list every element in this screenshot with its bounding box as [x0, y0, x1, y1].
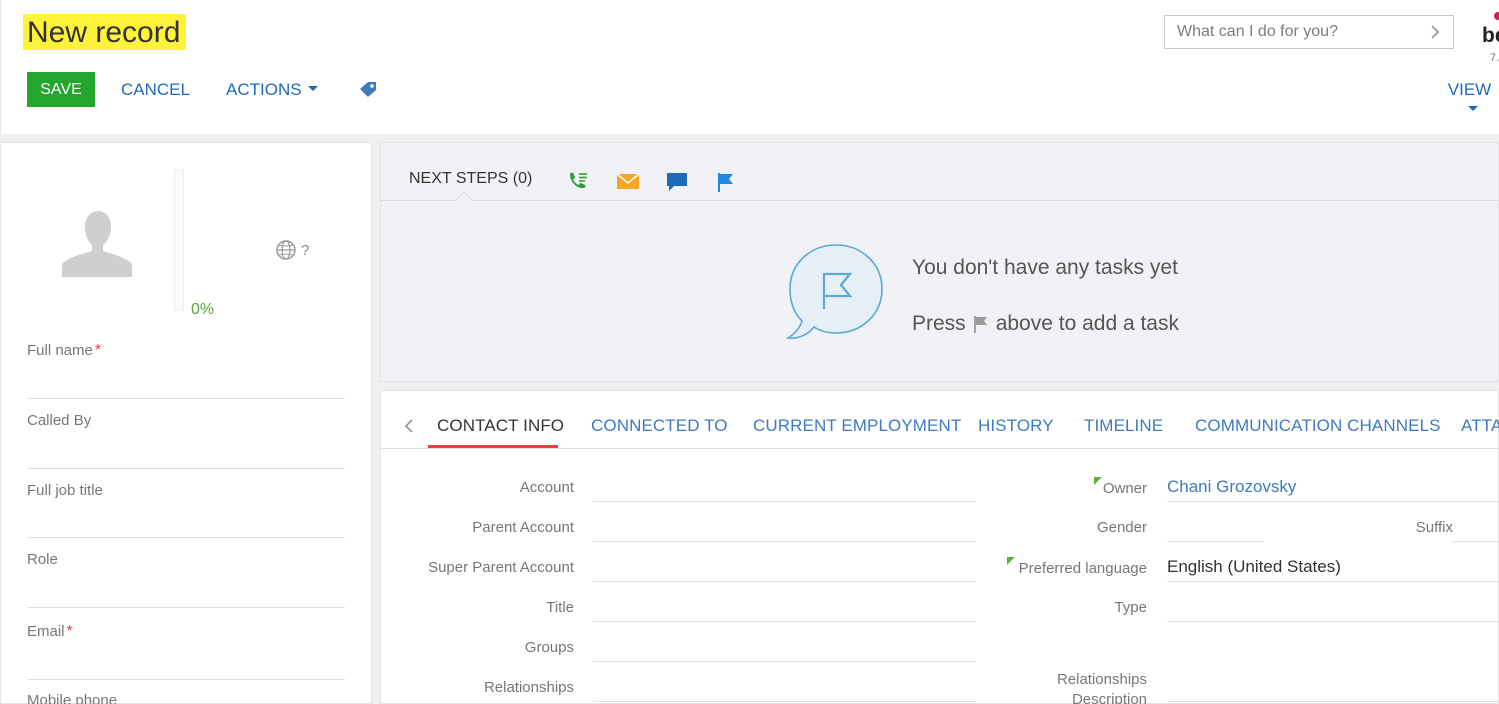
cancel-button[interactable]: CANCEL	[121, 80, 190, 100]
type-label: Type	[1114, 599, 1147, 616]
mobile-phone-field[interactable]: Mobile phone	[27, 692, 345, 704]
tab-communication-channels[interactable]: COMMUNICATION CHANNELS	[1195, 416, 1441, 436]
preferred-language-input[interactable]	[1167, 581, 1499, 582]
parent-account-label: Parent Account	[472, 519, 574, 536]
tab-current-employment[interactable]: CURRENT EMPLOYMENT	[753, 416, 961, 436]
field-underline	[27, 398, 345, 399]
type-input[interactable]	[1167, 621, 1499, 622]
owner-value-link[interactable]: Chani Grozovsky	[1167, 477, 1296, 497]
timezone-value: ?	[301, 241, 310, 259]
required-mark: *	[94, 342, 102, 359]
chevron-left-icon[interactable]	[403, 418, 415, 434]
tab-timeline[interactable]: TIMELINE	[1084, 416, 1163, 436]
gender-input[interactable]	[1167, 541, 1264, 542]
field-label: Mobile phone	[27, 692, 118, 704]
header-bar: New record SAVE CANCEL ACTIONS be 7. VIE…	[0, 0, 1499, 134]
groups-input[interactable]	[593, 661, 976, 662]
field-underline	[27, 537, 345, 538]
profile-completeness-label: 0%	[191, 301, 215, 318]
relationships-label: Relationships	[483, 679, 574, 696]
parent-account-input[interactable]	[593, 541, 976, 542]
profile-panel: 0% ? Full name * Called By Full job title…	[0, 142, 372, 704]
tab-history[interactable]: HISTORY	[978, 416, 1054, 436]
version-label: 7.	[1490, 52, 1499, 64]
gender-label: Gender	[1096, 519, 1147, 536]
brand-logo-dot	[1494, 12, 1499, 20]
detail-tabs-panel: CONTACT INFO CONNECTED TO CURRENT EMPLOY…	[380, 390, 1499, 704]
chat-icon[interactable]	[665, 171, 689, 193]
next-steps-title: NEXT STEPS (0)	[409, 170, 533, 187]
field-label: Called By	[27, 412, 92, 429]
caret-down-icon	[307, 86, 318, 92]
field-label: Full name	[27, 342, 93, 359]
flag-icon	[973, 316, 987, 333]
email-field[interactable]: Email *	[27, 623, 345, 680]
field-underline	[27, 607, 345, 608]
flag-icon[interactable]	[714, 171, 738, 193]
profile-completeness-bar	[174, 170, 184, 310]
super-parent-account-label: Super Parent Account	[428, 559, 574, 576]
relationships-description-input[interactable]	[1167, 701, 1499, 702]
relationships-description-label-line1: Relationships	[1056, 671, 1147, 688]
actions-label: ACTIONS	[226, 80, 302, 99]
command-search-box[interactable]	[1164, 15, 1454, 49]
relationships-description-label-line2: Description	[1071, 691, 1147, 704]
empty-tasks-hint: Press above to add a task	[912, 312, 1179, 336]
preferred-language-value[interactable]: English (United States)	[1167, 557, 1341, 577]
tab-connected-to[interactable]: CONNECTED TO	[591, 416, 728, 436]
empty-tasks-title: You don't have any tasks yet	[912, 256, 1178, 279]
role-field[interactable]: Role	[27, 551, 345, 608]
account-label: Account	[519, 479, 574, 496]
required-mark: *	[66, 623, 73, 640]
lookup-marker	[1094, 477, 1102, 485]
full-name-field[interactable]: Full name *	[27, 342, 345, 399]
full-job-title-field[interactable]: Full job title	[27, 482, 345, 538]
active-tab-underline	[428, 445, 558, 448]
email-icon[interactable]	[616, 171, 640, 193]
title-label: Title	[546, 599, 574, 616]
preferred-language-label: Preferred language	[1018, 560, 1147, 577]
account-input[interactable]	[593, 501, 976, 502]
groups-label: Groups	[524, 639, 574, 656]
chevron-right-icon[interactable]	[1429, 24, 1441, 40]
empty-tasks-hint-prefix: Press	[912, 312, 966, 335]
empty-tasks-flag-icon	[786, 244, 883, 339]
avatar-icon[interactable]	[61, 209, 133, 277]
tabs-bar: CONTACT INFO CONNECTED TO CURRENT EMPLOY…	[381, 391, 1499, 449]
view-label: VIEW	[1447, 80, 1492, 99]
called-by-field[interactable]: Called By	[27, 412, 345, 469]
field-underline	[27, 468, 345, 469]
field-underline	[27, 679, 345, 680]
title-input[interactable]	[593, 621, 976, 622]
super-parent-account-input[interactable]	[593, 581, 976, 582]
owner-label: Owner	[1102, 480, 1147, 497]
caret-down-icon	[1467, 106, 1478, 112]
command-search-input[interactable]	[1177, 16, 1417, 48]
relationships-input[interactable]	[593, 701, 976, 702]
globe-icon	[276, 240, 296, 260]
timezone-indicator[interactable]: ?	[275, 239, 309, 261]
lookup-marker	[1007, 557, 1015, 565]
page-title: New record	[23, 14, 187, 50]
suffix-label: Suffix	[1415, 519, 1453, 536]
owner-input[interactable]	[1167, 501, 1499, 502]
field-label: Email	[27, 623, 65, 640]
call-icon[interactable]	[567, 171, 591, 193]
suffix-input[interactable]	[1453, 541, 1499, 542]
tab-attachments[interactable]: ATTA	[1461, 416, 1499, 436]
field-label: Full job title	[27, 482, 103, 499]
actions-menu-button[interactable]: ACTIONS	[226, 80, 318, 100]
empty-tasks-hint-suffix: above to add a task	[995, 312, 1179, 335]
tag-icon[interactable]	[357, 80, 379, 100]
brand-logo: be	[1482, 24, 1499, 47]
save-button[interactable]: SAVE	[27, 72, 95, 107]
tab-contact-info[interactable]: CONTACT INFO	[437, 416, 564, 436]
view-menu-button[interactable]: VIEW	[1440, 80, 1499, 120]
field-label: Role	[27, 551, 58, 568]
next-steps-panel: NEXT STEPS (0) You don't have any tasks …	[380, 142, 1499, 382]
next-steps-toolbar: NEXT STEPS (0)	[381, 143, 1499, 201]
